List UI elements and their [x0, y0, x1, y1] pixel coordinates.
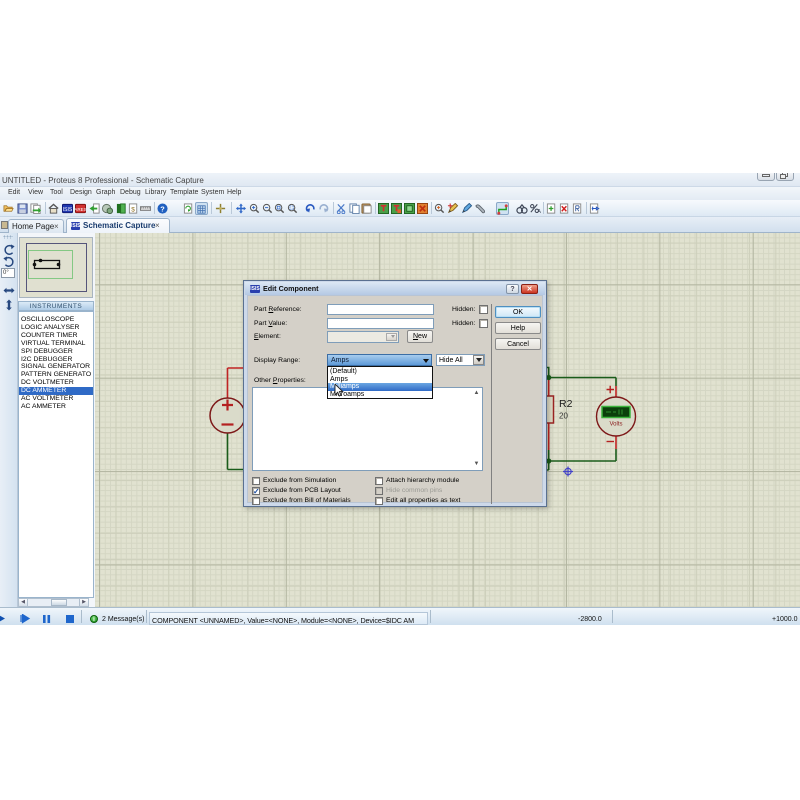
svg-text:ARES: ARES — [75, 207, 86, 212]
svg-text:20: 20 — [559, 412, 568, 421]
svg-text:R2: R2 — [559, 398, 573, 410]
svg-text:?: ? — [160, 204, 165, 213]
svg-text:ISIS: ISIS — [63, 207, 73, 213]
svg-text:Volts: Volts — [609, 422, 622, 428]
svg-text:$: $ — [131, 206, 135, 213]
svg-text:A: A — [537, 209, 541, 214]
